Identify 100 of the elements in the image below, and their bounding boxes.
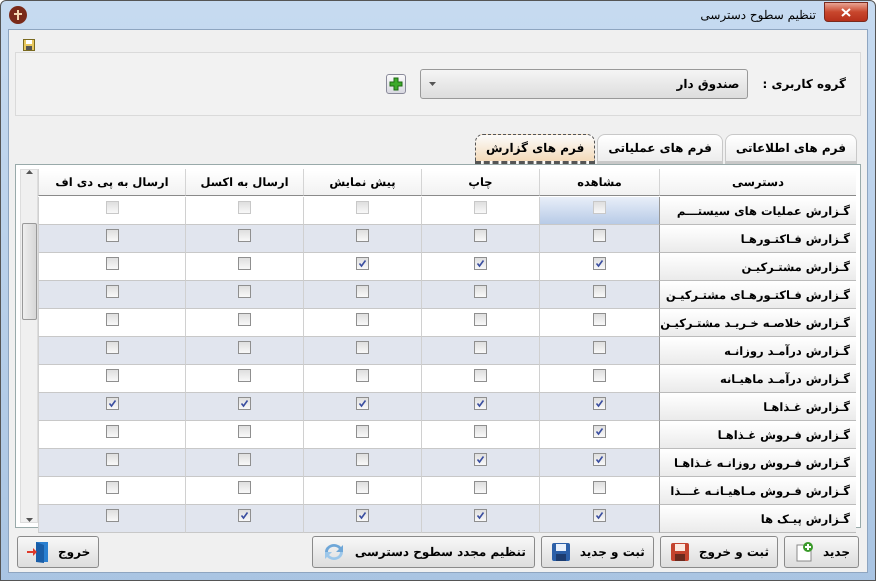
window-title: تنظیم سطوح دسترسی	[699, 8, 817, 22]
checkbox[interactable]	[356, 229, 369, 242]
checkbox[interactable]	[106, 369, 118, 382]
checkbox[interactable]	[474, 201, 487, 214]
add-button[interactable]	[386, 74, 406, 94]
checkbox[interactable]	[238, 257, 251, 270]
checkbox[interactable]	[238, 313, 251, 326]
dropdown-arrow-icon[interactable]	[429, 82, 436, 86]
checkbox[interactable]	[593, 369, 606, 382]
column-header[interactable]: ارسال به اکسل	[185, 169, 303, 196]
checkbox[interactable]	[106, 453, 118, 466]
checkbox[interactable]	[593, 453, 606, 466]
checkbox[interactable]	[106, 425, 118, 438]
column-header[interactable]: مشاهده	[539, 169, 659, 196]
plus-icon	[389, 77, 404, 91]
row-header-cell[interactable]: گـزارش فـروش روزانـه غـذاهـا	[659, 449, 856, 477]
checkbox[interactable]	[106, 285, 118, 298]
checkbox[interactable]	[238, 201, 251, 214]
row-header-cell[interactable]: گـزارش فـروش مـاهیـانـه غـــذا	[659, 477, 856, 505]
checkbox[interactable]	[474, 425, 487, 438]
action-button[interactable]: تنظیم مجدد سطوح دسترسی	[312, 536, 535, 568]
checkbox[interactable]	[106, 481, 118, 494]
checkbox[interactable]	[238, 481, 251, 494]
checkbox[interactable]	[238, 397, 251, 410]
action-button[interactable]: جدید	[784, 536, 859, 568]
checkbox[interactable]	[356, 425, 369, 438]
checkbox[interactable]	[106, 509, 118, 522]
checkbox[interactable]	[238, 369, 251, 382]
row-header-cell[interactable]: گـزارش درآمـد ماهیـانه	[659, 365, 856, 393]
checkbox[interactable]	[356, 453, 369, 466]
checkbox[interactable]	[474, 509, 487, 522]
checkbox[interactable]	[593, 229, 606, 242]
row-header-cell[interactable]: گـزارش فـاکتـورهـای مشتـرکیـن	[659, 281, 856, 309]
checkbox[interactable]	[593, 341, 606, 354]
exit-button[interactable]: خروج	[17, 536, 100, 568]
row-header-cell[interactable]: گـزارش غـذاهـا	[659, 393, 856, 421]
checkbox[interactable]	[238, 425, 251, 438]
checkbox[interactable]	[356, 369, 369, 382]
user-group-dropdown[interactable]: صندوق دار	[420, 69, 748, 99]
checkbox[interactable]	[356, 313, 369, 326]
checkbox[interactable]	[106, 229, 118, 242]
scroll-up-arrow-icon[interactable]	[26, 170, 32, 174]
checkbox[interactable]	[474, 453, 487, 466]
checkbox[interactable]	[474, 397, 487, 410]
checkbox[interactable]	[356, 285, 369, 298]
scroll-down-arrow-icon[interactable]	[26, 518, 32, 522]
checkbox[interactable]	[106, 313, 118, 326]
checkbox[interactable]	[356, 201, 369, 214]
scrollbar[interactable]	[20, 169, 38, 523]
checkbox[interactable]	[474, 341, 487, 354]
tab[interactable]: فرم های گزارش	[474, 134, 596, 164]
checkbox[interactable]	[106, 397, 118, 410]
scrollbar-thumb[interactable]	[22, 222, 36, 320]
checkbox[interactable]	[593, 201, 606, 214]
row-header-cell[interactable]: گـزارش فـروش غـذاهـا	[659, 421, 856, 449]
checkbox[interactable]	[238, 509, 251, 522]
checkbox[interactable]	[474, 481, 487, 494]
checkbox[interactable]	[356, 397, 369, 410]
close-button[interactable]	[824, 2, 868, 22]
row-header-cell[interactable]: گـزارش پیـک ها	[659, 505, 856, 533]
checkbox[interactable]	[474, 369, 487, 382]
column-header[interactable]: ارسال به پی دی اف	[38, 169, 185, 196]
checkbox[interactable]	[474, 229, 487, 242]
action-button[interactable]: ثبت و خروج	[660, 536, 778, 568]
column-header[interactable]: دسترسی	[659, 169, 856, 196]
checkbox[interactable]	[474, 313, 487, 326]
checkbox[interactable]	[474, 285, 487, 298]
checkbox[interactable]	[593, 257, 606, 270]
checkbox[interactable]	[238, 229, 251, 242]
checkbox[interactable]	[593, 425, 606, 438]
checkbox[interactable]	[593, 509, 606, 522]
row-header-cell[interactable]: گـزارش درآمـد روزانـه	[659, 337, 856, 365]
checkbox[interactable]	[106, 341, 118, 354]
column-header[interactable]: چاپ	[421, 169, 539, 196]
checkbox[interactable]	[356, 481, 369, 494]
user-group-label: گروه کاربری :	[762, 77, 846, 91]
close-icon	[841, 8, 851, 16]
tab[interactable]: فرم های عملیاتی	[597, 134, 723, 164]
checkbox[interactable]	[238, 341, 251, 354]
checkbox[interactable]	[356, 341, 369, 354]
row-header-cell[interactable]: گـزارش خلاصـه خـریـد مشتـرکیـن	[659, 309, 856, 337]
checkbox[interactable]	[356, 257, 369, 270]
checkbox[interactable]	[474, 257, 487, 270]
row-header-cell[interactable]: گـزارش عملیات های سیستـــم	[659, 197, 856, 225]
column-header[interactable]: پیش نمایش	[303, 169, 421, 196]
checkbox[interactable]	[593, 481, 606, 494]
checkbox[interactable]	[356, 509, 369, 522]
row-header-cell[interactable]: گـزارش مشتـرکیـن	[659, 253, 856, 281]
app-icon	[8, 5, 28, 25]
checkbox[interactable]	[106, 201, 118, 214]
exit-door-icon	[26, 541, 50, 563]
row-header-cell[interactable]: گـزارش فـاکتـورهـا	[659, 225, 856, 253]
checkbox[interactable]	[593, 313, 606, 326]
checkbox[interactable]	[593, 285, 606, 298]
checkbox[interactable]	[106, 257, 118, 270]
checkbox[interactable]	[238, 453, 251, 466]
checkbox[interactable]	[593, 397, 606, 410]
tab[interactable]: فرم های اطلاعاتی	[724, 134, 857, 164]
action-button[interactable]: ثبت و جدید	[540, 536, 654, 568]
checkbox[interactable]	[238, 285, 251, 298]
